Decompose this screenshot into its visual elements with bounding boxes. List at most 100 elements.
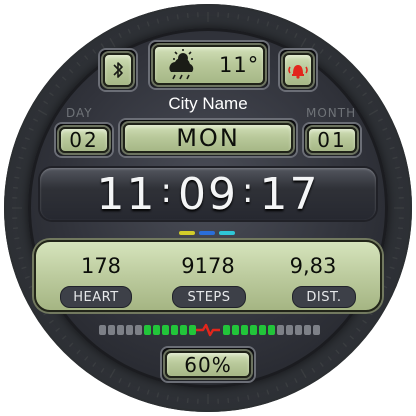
bezel-tick <box>300 368 307 379</box>
bezel-tick <box>55 327 61 332</box>
bezel-tick <box>24 137 30 141</box>
led-segment <box>304 325 311 335</box>
bezel-tick <box>382 285 388 289</box>
bezel-tick <box>118 377 122 383</box>
weekday-box: MON <box>123 123 293 153</box>
watch-face: 11° City Name DAY MONTH 02 MON 01 11 : 0… <box>0 0 416 416</box>
heart-label: HEART <box>60 286 132 308</box>
bezel-tick <box>327 55 332 61</box>
heart-value[interactable]: 178 <box>56 254 146 278</box>
bezel-tick <box>335 61 340 67</box>
bezel-tick <box>109 368 116 379</box>
bezel-tick <box>285 382 289 388</box>
led-segment <box>162 325 169 335</box>
battery-percent: 60% <box>184 352 232 377</box>
bezel-tick <box>176 396 179 402</box>
bezel-tick <box>18 156 24 160</box>
bezel-tick <box>18 256 24 260</box>
bezel-tick <box>137 386 141 392</box>
bezel-tick <box>355 84 361 89</box>
time-seconds: 17 <box>259 168 320 220</box>
bezel-tick <box>247 394 250 400</box>
battery-box[interactable]: 60% <box>165 351 251 378</box>
led-segment <box>277 325 284 335</box>
bezel-tick <box>389 266 395 270</box>
bezel-tick <box>100 367 105 373</box>
bezel-tick <box>28 127 34 131</box>
bezel-tick <box>389 146 395 150</box>
led-segment <box>241 325 248 335</box>
month-value-box: 01 <box>307 127 357 153</box>
time-display: 11 : 09 : 17 <box>40 168 376 220</box>
led-segment <box>286 325 293 335</box>
distance-label: DIST. <box>292 286 356 308</box>
led-segment <box>135 325 142 335</box>
bezel-tick <box>109 37 116 48</box>
steps-label: STEPS <box>172 286 246 308</box>
bezel-tick <box>294 33 298 39</box>
time-minutes: 09 <box>178 168 238 220</box>
bezel-tick <box>319 49 324 54</box>
temperature: 11° <box>219 53 260 77</box>
bezel-tick <box>362 319 367 324</box>
bezel-tick <box>33 118 39 122</box>
bezel-tick <box>342 68 348 74</box>
bezel-tick <box>176 14 179 20</box>
bezel-tick <box>68 342 74 348</box>
bezel-tick <box>237 396 240 402</box>
bezel-tick <box>13 227 19 230</box>
bezel-tick <box>24 275 30 279</box>
bezel-tick <box>92 49 97 54</box>
bezel-tick <box>127 28 131 34</box>
bezel-tick <box>377 118 383 122</box>
bezel-tick <box>349 335 355 340</box>
bezel-tick <box>266 389 270 395</box>
bezel-tick <box>327 355 332 361</box>
alarm-status[interactable] <box>283 53 313 87</box>
indicator-blue <box>199 231 215 235</box>
bezel-tick <box>21 146 27 150</box>
bezel-tick <box>275 24 279 30</box>
bezel-tick <box>396 176 402 179</box>
time-separator: : <box>160 171 174 211</box>
weather-status[interactable]: 11° <box>153 45 265 85</box>
bezel-tick <box>186 13 189 19</box>
bezel-tick <box>319 362 324 367</box>
day-value-box: 02 <box>59 127 109 153</box>
bezel-tick <box>156 18 160 24</box>
bezel-tick <box>227 397 230 403</box>
bluetooth-status[interactable] <box>103 53 133 87</box>
steps-value[interactable]: 9178 <box>163 254 253 278</box>
bezel-tick <box>335 349 340 355</box>
bezel-tick <box>300 37 307 48</box>
bezel-tick <box>92 362 97 367</box>
bezel-tick <box>392 156 398 160</box>
bezel-tick <box>68 68 74 74</box>
bezel-tick <box>43 311 49 316</box>
led-segment <box>223 325 230 335</box>
bezel-tick <box>311 367 316 373</box>
weekday: MON <box>176 124 240 152</box>
day-value: 02 <box>69 128 99 152</box>
led-segment <box>153 325 160 335</box>
bezel-tick <box>397 227 403 230</box>
bezel-tick <box>14 237 20 240</box>
bluetooth-icon <box>113 62 123 78</box>
bezel-tick <box>13 186 19 189</box>
month-value: 01 <box>317 128 347 152</box>
bezel-tick <box>49 319 54 324</box>
bezel-tick <box>84 55 89 61</box>
led-segment <box>99 325 106 335</box>
bezel-tick <box>137 24 141 30</box>
led-segment <box>108 325 115 335</box>
bezel-tick <box>394 166 400 169</box>
time-hours: 11 <box>96 168 157 220</box>
bezel-tick <box>392 256 398 260</box>
indicator-yellow <box>179 231 195 235</box>
bezel-tick <box>55 84 61 89</box>
bezel-tick <box>397 186 403 189</box>
bezel-tick <box>342 342 348 348</box>
bezel-tick <box>16 247 22 250</box>
distance-value[interactable]: 9,83 <box>268 254 358 278</box>
bezel-tick <box>394 247 400 250</box>
